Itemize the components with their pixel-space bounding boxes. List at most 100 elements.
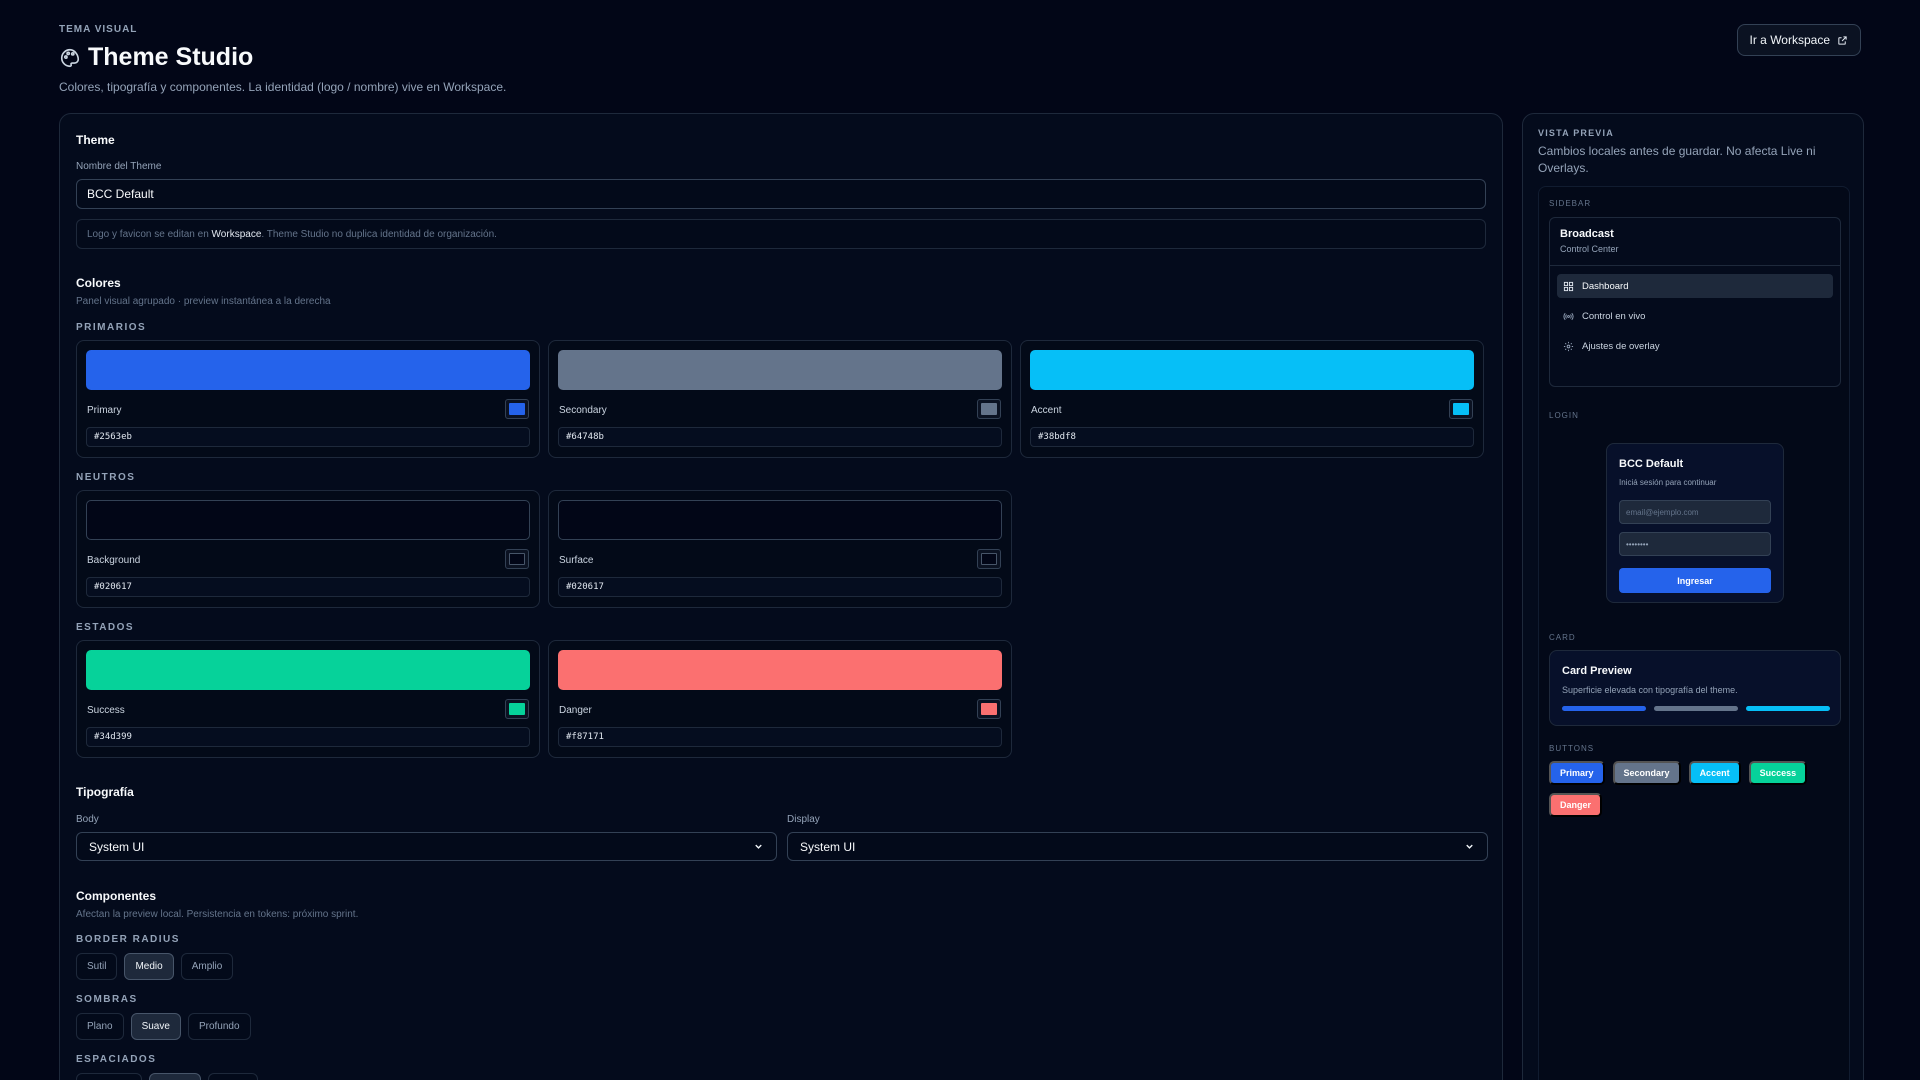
spacing-option-1[interactable] bbox=[76, 1073, 142, 1080]
login-email-input[interactable]: email@ejemplo.com bbox=[1619, 500, 1771, 524]
components-section-title: Componentes bbox=[76, 889, 157, 903]
primary-name: Primary bbox=[87, 405, 122, 416]
preview-danger-button[interactable]: Danger bbox=[1549, 793, 1603, 817]
secondary-swatch[interactable] bbox=[558, 350, 1002, 390]
sidebar-item-ajustes-overlay[interactable]: Ajustes de overlay bbox=[1557, 334, 1833, 358]
group-estados-label: ESTADOS bbox=[76, 622, 135, 633]
palette-icon bbox=[61, 48, 80, 67]
preview-accent-button[interactable]: Accent bbox=[1688, 761, 1741, 785]
accent-hex-value: #38bdf8 bbox=[1038, 432, 1076, 442]
sidebar-item-label: Dashboard bbox=[1582, 280, 1629, 292]
body-font-value: System UI bbox=[89, 839, 145, 854]
display-font-select[interactable]: System UI bbox=[787, 832, 1488, 861]
spacing-option-3[interactable] bbox=[208, 1073, 258, 1080]
preview-success-button[interactable]: Success bbox=[1748, 761, 1808, 785]
danger-swatch[interactable] bbox=[558, 650, 1002, 690]
preview-secondary-button[interactable]: Secondary bbox=[1612, 761, 1681, 785]
login-password-input[interactable]: •••••••• bbox=[1619, 532, 1771, 556]
radius-option-sutil[interactable]: Sutil bbox=[76, 953, 118, 980]
gear-icon bbox=[1563, 341, 1574, 351]
sidebar-item-dashboard[interactable]: Dashboard bbox=[1557, 274, 1833, 298]
primary-color-picker[interactable] bbox=[505, 399, 529, 419]
success-color-picker[interactable] bbox=[505, 699, 529, 719]
theme-section-title: Theme bbox=[76, 133, 115, 147]
shadow-option-plano[interactable]: Plano bbox=[76, 1013, 124, 1040]
secondary-hex-input[interactable]: #64748b bbox=[558, 427, 1002, 447]
surface-color-picker[interactable] bbox=[977, 549, 1001, 569]
secondary-hex-value: #64748b bbox=[566, 432, 604, 442]
sidebar-item-control-en-vivo[interactable]: Control en vivo bbox=[1557, 304, 1833, 328]
typography-section-title: Tipografía bbox=[76, 785, 134, 799]
sidebar-item-label: Control en vivo bbox=[1582, 310, 1646, 322]
colors-section-title: Colores bbox=[76, 276, 121, 290]
login-submit-label: Ingresar bbox=[1677, 575, 1713, 586]
success-hex-input[interactable]: #34d399 bbox=[86, 727, 530, 747]
broadcast-icon bbox=[1563, 312, 1574, 320]
chevron-down-icon bbox=[1466, 844, 1473, 849]
preview-panel: VISTA PREVIA Cambios locales antes de gu… bbox=[1522, 113, 1864, 1080]
go-to-workspace-button[interactable]: Ir a Workspace bbox=[1736, 24, 1861, 56]
border-radius-segmented: Sutil Medio Amplio bbox=[76, 953, 234, 980]
theme-name-label: Nombre del Theme bbox=[76, 161, 162, 172]
login-subtitle: Iniciá sesión para continuar bbox=[1619, 478, 1717, 487]
spacing-option-2[interactable] bbox=[149, 1073, 201, 1080]
preview-login-label: LOGIN bbox=[1549, 411, 1579, 420]
preview-canvas: SIDEBAR Broadcast Control Center Dashboa… bbox=[1538, 186, 1850, 1080]
page-title: Theme Studio bbox=[88, 43, 254, 71]
group-primarios-label: PRIMARIOS bbox=[76, 322, 147, 333]
secondary-color-picker[interactable] bbox=[977, 399, 1001, 419]
sidebar-brand-subtitle: Control Center bbox=[1560, 244, 1619, 254]
success-swatch[interactable] bbox=[86, 650, 530, 690]
preview-description: Cambios locales antes de guardar. No afe… bbox=[1538, 144, 1816, 175]
shadows-label: SOMBRAS bbox=[76, 994, 138, 1005]
preview-sidebar-label: SIDEBAR bbox=[1549, 199, 1592, 208]
spacing-segmented bbox=[76, 1073, 258, 1080]
theme-name-input[interactable]: BCC Default bbox=[76, 179, 1486, 209]
body-font-select[interactable]: System UI bbox=[76, 832, 777, 861]
login-title: BCC Default bbox=[1619, 458, 1684, 470]
login-password-value: •••••••• bbox=[1626, 539, 1649, 549]
accent-color-picker[interactable] bbox=[1449, 399, 1473, 419]
background-swatch[interactable] bbox=[86, 500, 530, 540]
group-neutros-label: NEUTROS bbox=[76, 472, 136, 483]
preview-primary-button[interactable]: Primary bbox=[1549, 761, 1605, 785]
login-submit-button[interactable]: Ingresar bbox=[1619, 568, 1771, 593]
workspace-link[interactable]: Workspace bbox=[212, 229, 262, 240]
color-card-background: Background #020617 bbox=[76, 490, 540, 608]
go-to-workspace-label: Ir a Workspace bbox=[1749, 33, 1830, 47]
primary-swatch[interactable] bbox=[86, 350, 530, 390]
identity-note-prefix: Logo y favicon se editan en bbox=[87, 228, 209, 240]
danger-hex-value: #f87171 bbox=[566, 732, 604, 742]
card-preview-title: Card Preview bbox=[1562, 665, 1632, 677]
sidebar-item-label: Ajustes de overlay bbox=[1582, 340, 1660, 352]
identity-note: Logo y favicon se editan en Workspace. T… bbox=[76, 219, 1486, 249]
danger-hex-input[interactable]: #f87171 bbox=[558, 727, 1002, 747]
secondary-name: Secondary bbox=[559, 405, 607, 416]
accent-swatch[interactable] bbox=[1030, 350, 1474, 390]
color-card-secondary: Secondary #64748b bbox=[548, 340, 1012, 458]
chevron-down-icon bbox=[755, 844, 762, 849]
color-card-success: Success #34d399 bbox=[76, 640, 540, 758]
card-preview-subtitle: Superficie elevada con tipografía del th… bbox=[1562, 685, 1738, 695]
preview-card-label: CARD bbox=[1549, 633, 1576, 642]
shadow-option-profundo[interactable]: Profundo bbox=[187, 1013, 251, 1040]
background-name: Background bbox=[87, 555, 141, 566]
primary-hex-value: #2563eb bbox=[94, 432, 132, 442]
color-card-primary: Primary #2563eb bbox=[76, 340, 540, 458]
radius-option-medio[interactable]: Medio bbox=[124, 953, 174, 980]
surface-swatch[interactable] bbox=[558, 500, 1002, 540]
preview-eyebrow: VISTA PREVIA bbox=[1538, 128, 1614, 138]
theme-name-value: BCC Default bbox=[87, 187, 154, 201]
card-bar-secondary bbox=[1654, 706, 1738, 711]
surface-hex-input[interactable]: #020617 bbox=[558, 577, 1002, 597]
radius-option-amplio[interactable]: Amplio bbox=[180, 953, 234, 980]
background-hex-input[interactable]: #020617 bbox=[86, 577, 530, 597]
shadow-option-suave[interactable]: Suave bbox=[130, 1013, 181, 1040]
sidebar-brand-title: Broadcast bbox=[1560, 228, 1614, 240]
danger-color-picker[interactable] bbox=[977, 699, 1001, 719]
shadows-segmented: Plano Suave Profundo bbox=[76, 1013, 251, 1040]
display-font-label: Display bbox=[787, 814, 820, 825]
background-color-picker[interactable] bbox=[505, 549, 529, 569]
primary-hex-input[interactable]: #2563eb bbox=[86, 427, 530, 447]
accent-hex-input[interactable]: #38bdf8 bbox=[1030, 427, 1474, 447]
